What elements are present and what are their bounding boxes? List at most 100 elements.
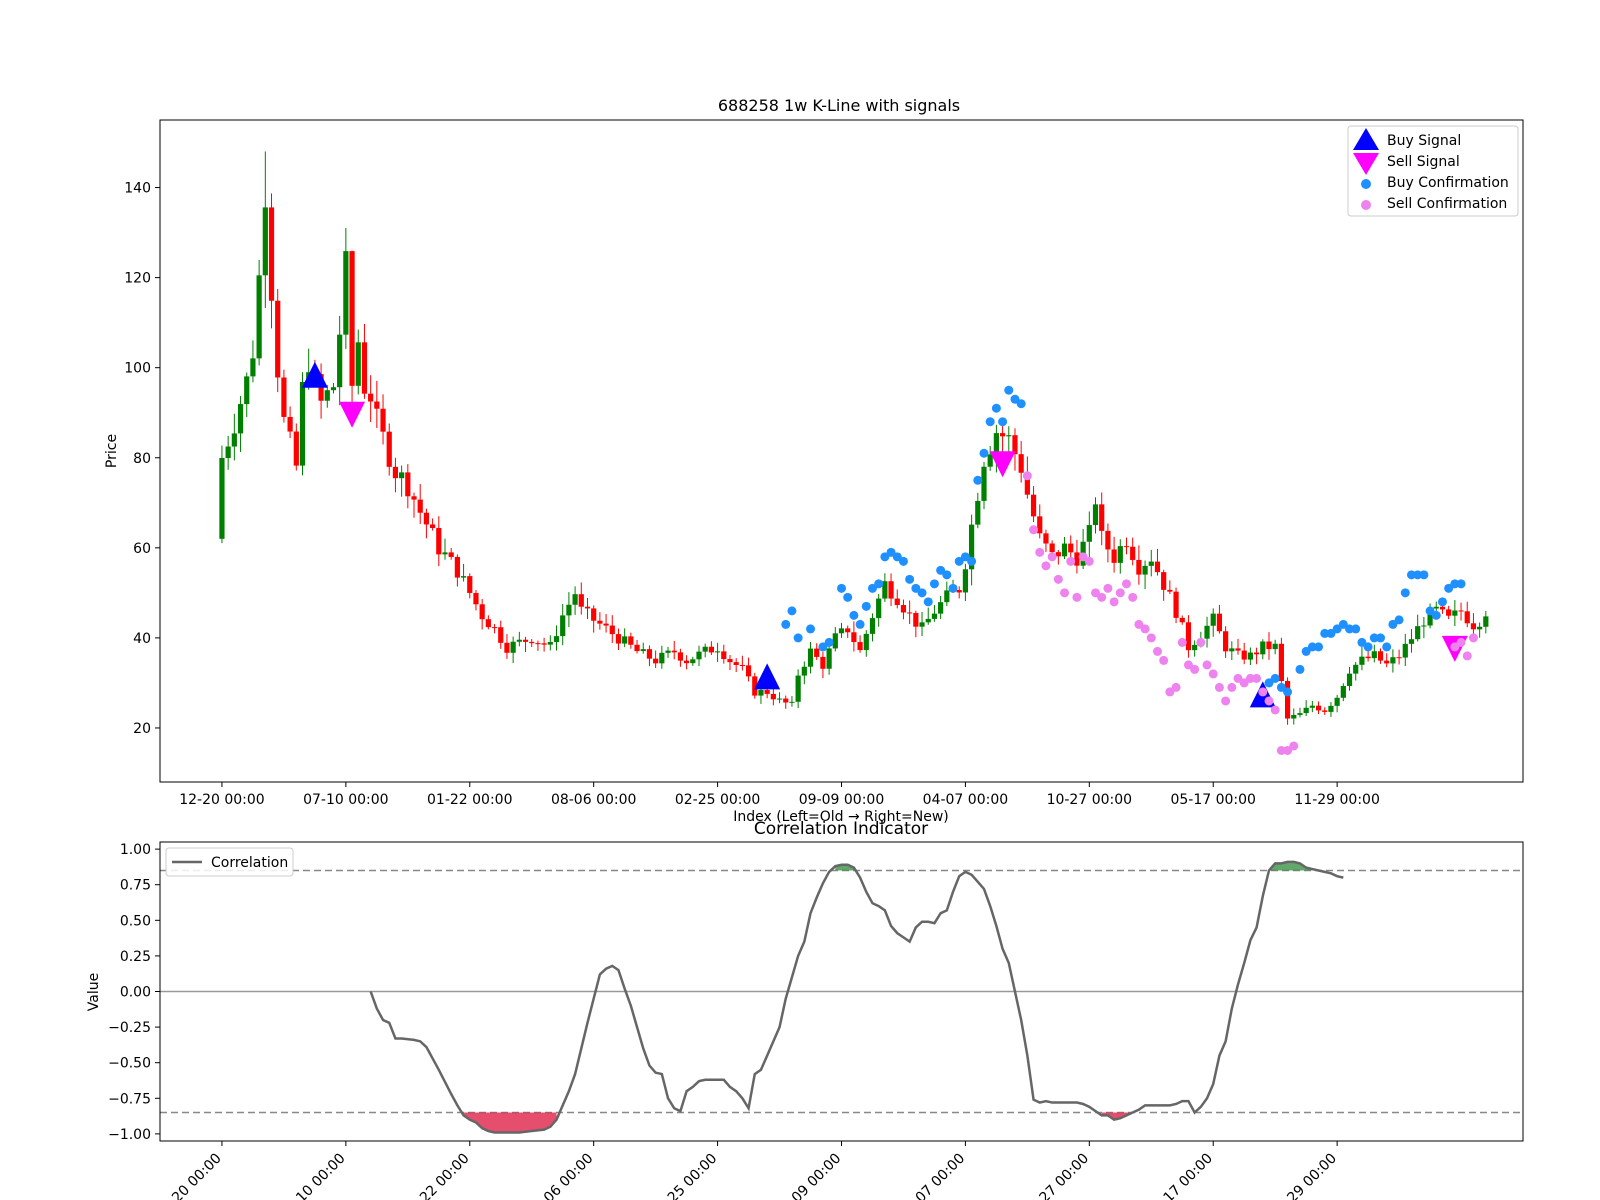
candle-body	[783, 698, 789, 703]
candle-body	[399, 472, 405, 479]
candle-body	[522, 639, 529, 642]
x-tick-label: 05-17 00:00	[1144, 1151, 1216, 1200]
candle-body	[1074, 552, 1080, 566]
candle-body	[708, 646, 714, 653]
candle-body	[423, 512, 430, 525]
kline-frame	[159, 119, 1524, 783]
candle-body	[1086, 525, 1092, 542]
candle-body	[454, 556, 460, 578]
chart-figure: 688258 1w K-Line with signals 20 40 60 80 10…	[86, 96, 1524, 1200]
marker-sell-confirmation	[1171, 682, 1181, 692]
kline-panel: 688258 1w K-Line with signals 20 40 60 80 10…	[104, 96, 1524, 825]
candle-body	[244, 376, 250, 405]
legend-label: Correlation	[211, 855, 288, 871]
candle-body	[659, 652, 665, 664]
candle-body	[770, 693, 776, 700]
candle-body	[1018, 454, 1024, 473]
candle-body	[1377, 651, 1384, 661]
candle-body	[931, 613, 938, 619]
marker-sell-confirmation	[1022, 471, 1032, 481]
candle-body	[981, 466, 987, 501]
y-tick-label: −0.50	[108, 1056, 151, 1072]
candle-body	[702, 646, 708, 652]
candle-body	[1365, 656, 1371, 659]
candle-body	[1433, 606, 1439, 609]
candle-body	[448, 552, 454, 557]
candle-body	[392, 466, 399, 479]
candle-body	[1229, 648, 1235, 652]
y-tick-label: 20	[133, 721, 151, 737]
candle-body	[473, 592, 479, 605]
candle-body	[832, 633, 838, 649]
candle-body	[1253, 652, 1260, 655]
candle-body	[1136, 559, 1142, 575]
marker-sell-confirmation	[1289, 741, 1299, 751]
candle-body	[876, 598, 882, 619]
x-tick-label: 10-27 00:00	[1047, 792, 1132, 808]
marker-buy-confirmation	[781, 619, 791, 629]
candle-body	[467, 576, 473, 593]
candle-body	[1154, 561, 1161, 573]
candle-body	[814, 648, 820, 657]
marker-buy-confirmation	[998, 417, 1008, 427]
marker-sell-confirmation	[1190, 664, 1200, 674]
candle-body	[293, 431, 299, 466]
candle-body	[442, 552, 448, 555]
candle-body	[361, 342, 368, 394]
candle-body	[479, 604, 485, 620]
correlation-title: Correlation Indicator	[754, 819, 928, 839]
candle-body	[1390, 657, 1396, 664]
candle-body	[262, 207, 268, 276]
candle-body	[1142, 565, 1148, 575]
correlation-axes: 1.00 0.75 0.50 0.25 0.00 −0.25 −0.50 −0.75 −1.00…	[108, 842, 1340, 1200]
candle-body	[1384, 660, 1390, 664]
y-tick-label: 60	[133, 541, 151, 557]
marker-sell-confirmation	[1264, 696, 1274, 706]
marker-buy-confirmation	[967, 556, 977, 566]
candle-body	[993, 433, 999, 455]
candle-body	[250, 358, 256, 377]
marker-sell-signal	[339, 401, 366, 428]
candle-body	[838, 628, 845, 634]
candle-body	[324, 390, 330, 401]
candle-body	[591, 608, 597, 621]
marker-buy-confirmation	[1004, 385, 1014, 395]
candle-body	[894, 598, 900, 606]
marker-sell-confirmation	[1053, 574, 1063, 584]
candle-body	[572, 594, 578, 605]
candle-body	[696, 651, 702, 660]
marker-sell-confirmation	[1177, 637, 1187, 647]
candle-body	[535, 643, 541, 645]
candle-body	[1210, 613, 1216, 626]
marker-sell-confirmation	[1214, 682, 1224, 692]
marker-buy-confirmation	[1456, 579, 1466, 589]
candle-body	[1408, 639, 1415, 644]
marker-buy-signal	[301, 361, 328, 388]
candle-body	[956, 589, 962, 593]
candle-body	[1328, 705, 1334, 712]
candle-body	[343, 251, 349, 335]
marker-buy-confirmation	[991, 403, 1001, 413]
candle-body	[405, 472, 411, 497]
marker-sell-confirmation	[1084, 556, 1094, 566]
marker-sell-confirmation	[1146, 633, 1156, 643]
candle-body	[355, 342, 361, 386]
marker-sell-confirmation	[1202, 660, 1212, 670]
marker-buy-confirmation	[929, 579, 939, 589]
marker-sell-confirmation	[1152, 646, 1162, 656]
marker-buy-confirmation	[898, 556, 908, 566]
marker-buy-confirmation	[923, 597, 933, 607]
x-tick-label: 09-09 00:00	[799, 792, 884, 808]
candle-body	[733, 662, 739, 665]
marker-sell-confirmation	[1140, 624, 1150, 634]
candle-body	[380, 408, 386, 432]
marker-sell-confirmation	[1060, 588, 1070, 598]
legend-swatch	[1361, 179, 1371, 189]
candle-body	[801, 666, 807, 676]
candle-body	[1117, 546, 1123, 563]
marker-sell-confirmation	[1041, 561, 1051, 571]
legend-label: Sell Confirmation	[1387, 196, 1507, 212]
candle-body	[1241, 650, 1247, 660]
candle-body	[1334, 697, 1340, 706]
candle-body	[1402, 643, 1408, 658]
